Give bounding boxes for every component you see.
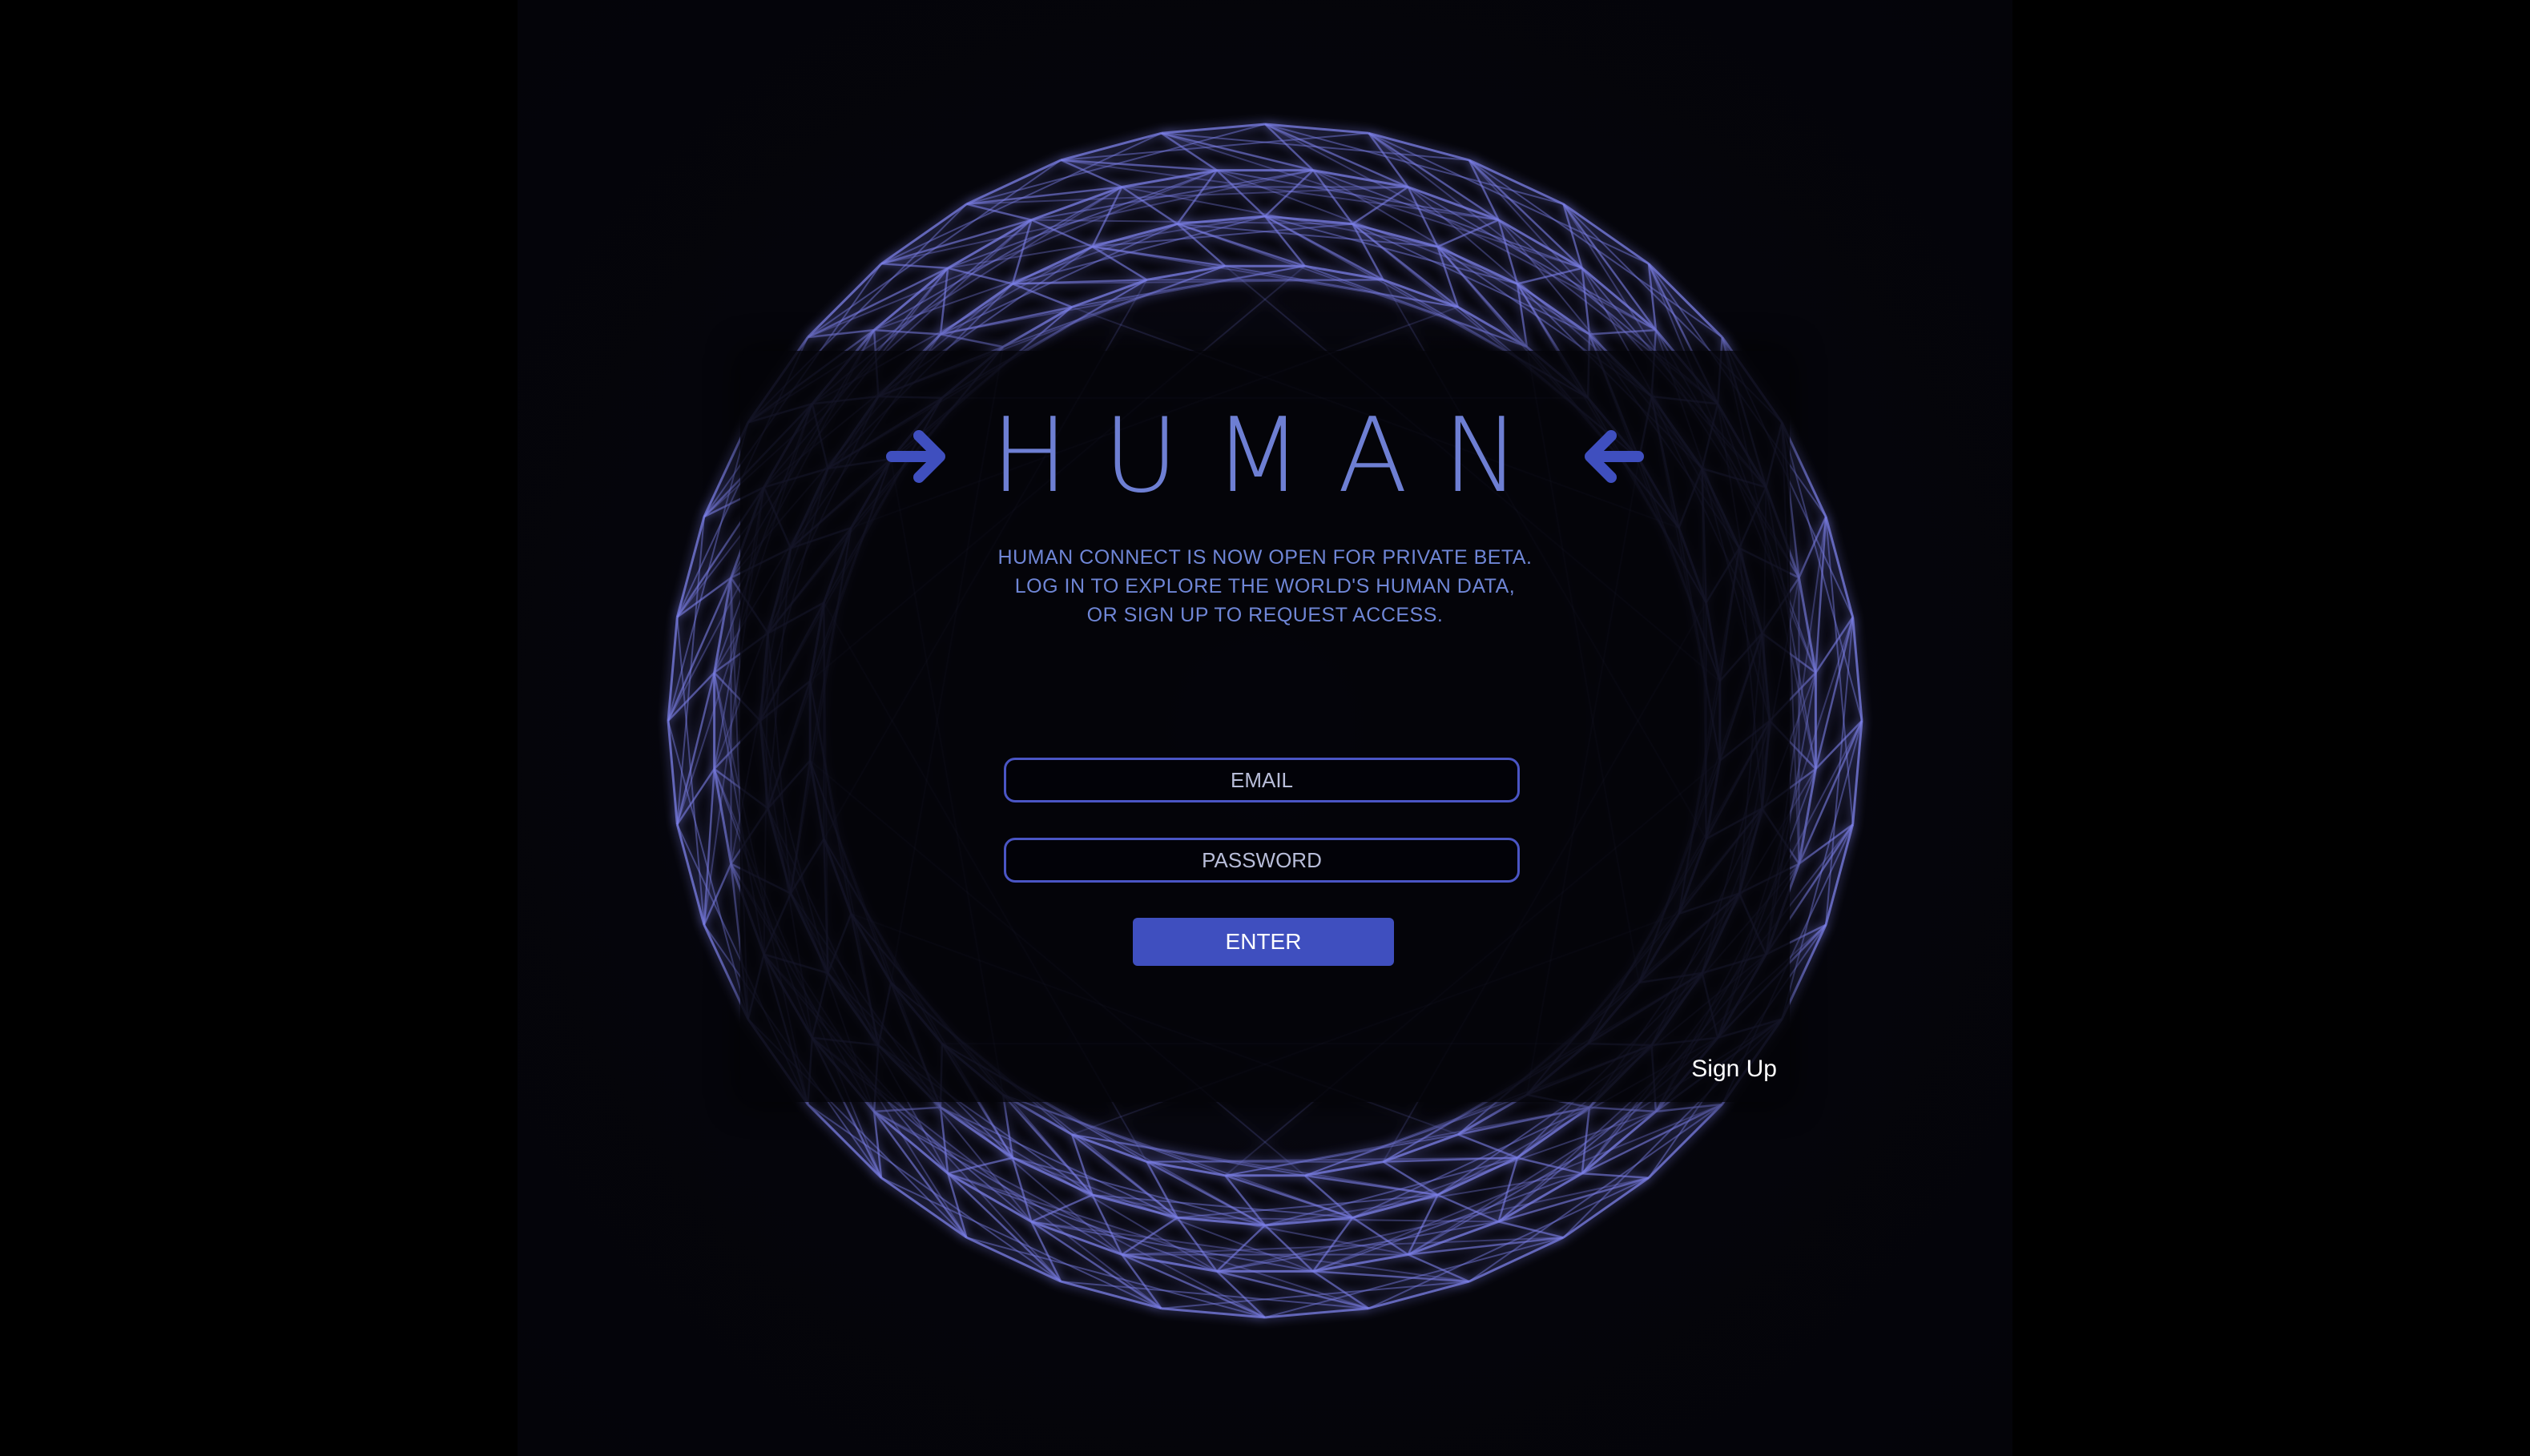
- login-card: HUMAN HUMAN CONNECT IS NOW OPEN FOR PRIV…: [740, 351, 1790, 1102]
- mesh-line: [1121, 1217, 1178, 1256]
- brand-name: HUMAN: [991, 396, 1555, 516]
- mesh-line: [1562, 203, 1650, 265]
- logo: HUMAN: [740, 392, 1790, 521]
- mesh-line: [874, 328, 941, 336]
- mesh-line: [1264, 215, 1518, 285]
- mesh-line: [1798, 577, 1817, 674]
- mesh-line: [1581, 1172, 1649, 1179]
- mesh-line: [1312, 169, 1354, 225]
- tagline-line: HUMAN CONNECT IS NOW OPEN FOR PRIVATE BE…: [997, 546, 1533, 569]
- mesh-line: [881, 263, 949, 270]
- mesh-line: [1798, 720, 1863, 865]
- mesh-line: [1121, 1253, 1266, 1319]
- mesh-line: [807, 169, 1218, 339]
- arrow-left-icon: [1584, 430, 1644, 483]
- mesh-line: [1589, 1106, 1656, 1113]
- mesh-line: [1312, 1253, 1408, 1273]
- mesh-line: [1146, 264, 1226, 281]
- mesh-line: [1312, 1103, 1723, 1273]
- mesh-line: [966, 186, 1408, 205]
- mesh-line: [676, 672, 715, 825]
- tagline-line: LOG IN TO EXPLORE THE WORLD'S HUMAN DATA…: [1014, 575, 1516, 597]
- mesh-line: [1368, 132, 1500, 221]
- tagline-line: OR SIGN UP TO REQUEST ACCESS.: [1086, 604, 1444, 626]
- sign-up-link[interactable]: Sign Up: [1691, 1056, 1777, 1083]
- mesh-line: [1815, 617, 1854, 770]
- mesh-line: [667, 577, 732, 722]
- mesh-line: [1122, 1237, 1564, 1256]
- mesh-line: [1176, 1217, 1218, 1273]
- mesh-line: [1264, 123, 1409, 188]
- mesh-line: [1122, 169, 1218, 188]
- mesh-line: [1216, 1270, 1369, 1309]
- enter-button[interactable]: ENTER: [1133, 918, 1394, 966]
- password-field[interactable]: [1004, 838, 1520, 883]
- mesh-line: [880, 1176, 968, 1239]
- email-field[interactable]: [1004, 758, 1520, 802]
- mesh-line: [1498, 1176, 1650, 1223]
- arrow-right-icon: [886, 430, 946, 483]
- mesh-line: [1352, 186, 1409, 225]
- mesh-line: [940, 333, 1004, 348]
- page-background: HUMAN HUMAN CONNECT IS NOW OPEN FOR PRIV…: [0, 0, 2530, 1456]
- mesh-line: [1012, 1156, 1266, 1226]
- mesh-line: [713, 768, 732, 864]
- tagline: HUMAN CONNECT IS NOW OPEN FOR PRIVATE BE…: [740, 543, 1790, 629]
- mesh-line: [1161, 132, 1314, 171]
- mesh-line: [1030, 1221, 1162, 1309]
- mesh-line: [880, 219, 1032, 265]
- mesh-line: [1498, 1221, 1564, 1239]
- mesh-line: [1304, 1160, 1384, 1177]
- mesh-line: [966, 203, 1032, 221]
